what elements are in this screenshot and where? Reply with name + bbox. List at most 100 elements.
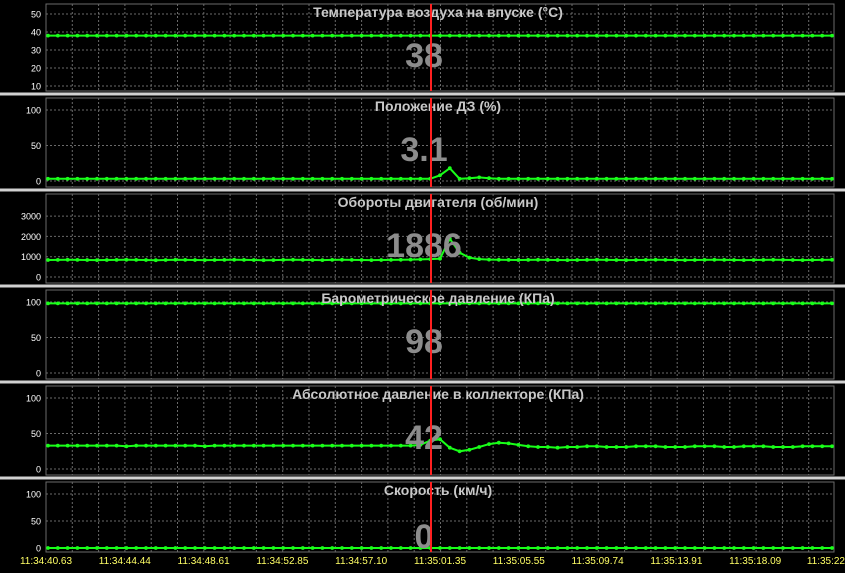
data-point bbox=[634, 301, 638, 306]
data-point bbox=[202, 33, 207, 38]
data-point bbox=[673, 176, 678, 181]
data-point bbox=[389, 443, 393, 448]
data-point bbox=[144, 301, 148, 306]
data-point bbox=[565, 445, 570, 449]
data-point bbox=[653, 257, 658, 262]
data-point bbox=[281, 33, 286, 38]
data-point bbox=[506, 176, 511, 181]
data-point bbox=[722, 301, 727, 306]
panel-separator[interactable] bbox=[0, 188, 845, 192]
panel-separator[interactable] bbox=[0, 380, 845, 384]
time-tick-label: 11:34:40.63 bbox=[20, 556, 73, 567]
data-point bbox=[95, 33, 99, 38]
data-point bbox=[771, 546, 776, 550]
data-point bbox=[124, 444, 129, 449]
chart-title: Температура воздуха на впуске (°C) bbox=[313, 4, 563, 20]
data-point bbox=[242, 443, 246, 448]
data-point bbox=[820, 176, 825, 181]
data-point bbox=[114, 443, 119, 448]
data-point bbox=[624, 546, 629, 550]
data-point bbox=[261, 301, 266, 306]
data-point bbox=[751, 176, 756, 181]
data-point bbox=[310, 443, 315, 448]
data-point bbox=[124, 176, 129, 181]
panel-separator[interactable] bbox=[0, 92, 845, 96]
data-point bbox=[340, 33, 344, 38]
data-point bbox=[310, 546, 315, 550]
data-point bbox=[643, 301, 648, 306]
data-point bbox=[261, 258, 266, 263]
data-point bbox=[830, 546, 834, 550]
y-tick-label: 50 bbox=[31, 10, 41, 20]
data-point bbox=[663, 258, 668, 262]
data-point bbox=[526, 176, 531, 181]
data-point bbox=[242, 176, 246, 181]
data-point bbox=[477, 546, 482, 550]
data-point bbox=[114, 176, 119, 181]
data-point bbox=[46, 258, 50, 262]
data-point bbox=[683, 546, 687, 550]
data-point bbox=[702, 258, 707, 262]
data-point bbox=[212, 443, 217, 448]
data-point bbox=[222, 546, 227, 550]
panel-separator[interactable] bbox=[0, 284, 845, 288]
data-point bbox=[594, 176, 599, 181]
data-point bbox=[310, 301, 315, 306]
data-point bbox=[545, 546, 550, 550]
data-point bbox=[634, 546, 638, 550]
data-point bbox=[653, 33, 658, 38]
data-point bbox=[46, 443, 50, 448]
data-point bbox=[702, 176, 707, 181]
data-point bbox=[781, 301, 785, 306]
data-point bbox=[242, 258, 246, 262]
data-point bbox=[232, 546, 237, 550]
data-point bbox=[761, 301, 766, 306]
data-point bbox=[281, 443, 286, 448]
data-point bbox=[594, 33, 599, 38]
data-point bbox=[222, 301, 227, 306]
data-point bbox=[271, 176, 276, 181]
data-point bbox=[634, 176, 638, 181]
data-point bbox=[359, 443, 364, 448]
y-tick-label: 0 bbox=[36, 544, 41, 554]
data-point bbox=[790, 301, 795, 306]
data-point bbox=[781, 546, 785, 550]
panel-separator[interactable] bbox=[0, 476, 845, 480]
data-point bbox=[202, 258, 207, 262]
data-point bbox=[55, 301, 60, 306]
data-point bbox=[575, 176, 580, 181]
data-point bbox=[104, 33, 109, 38]
data-point bbox=[222, 33, 227, 38]
data-point bbox=[114, 33, 119, 38]
y-tick-label: 10 bbox=[31, 82, 41, 92]
data-point bbox=[330, 546, 335, 550]
data-point bbox=[85, 443, 90, 448]
data-point bbox=[134, 176, 139, 181]
y-tick-label: 0 bbox=[36, 465, 41, 475]
data-point bbox=[526, 258, 531, 262]
data-point bbox=[398, 176, 403, 181]
sensor-charts[interactable]: 50 40 30 20 10 Температура воздуха на впуске … bbox=[0, 0, 845, 573]
data-point bbox=[536, 176, 540, 181]
data-point bbox=[565, 546, 570, 550]
data-point bbox=[281, 176, 286, 181]
data-point bbox=[594, 546, 599, 550]
data-point bbox=[340, 257, 344, 262]
data-point bbox=[634, 33, 638, 38]
chart-title: Обороты двигателя (об/мин) bbox=[338, 194, 539, 210]
data-point bbox=[565, 176, 570, 181]
data-point bbox=[438, 546, 442, 550]
data-point bbox=[310, 33, 315, 38]
data-point bbox=[447, 445, 452, 450]
y-tick-label: 0 bbox=[36, 273, 41, 283]
data-point bbox=[575, 301, 580, 306]
data-point bbox=[487, 176, 491, 181]
data-point bbox=[173, 257, 178, 262]
data-point bbox=[65, 301, 70, 306]
current-value: 38 bbox=[405, 37, 443, 75]
data-point bbox=[624, 176, 629, 181]
y-tick-label: 100 bbox=[26, 298, 41, 308]
data-point bbox=[741, 176, 746, 181]
data-point bbox=[516, 546, 521, 550]
data-point bbox=[379, 176, 384, 181]
